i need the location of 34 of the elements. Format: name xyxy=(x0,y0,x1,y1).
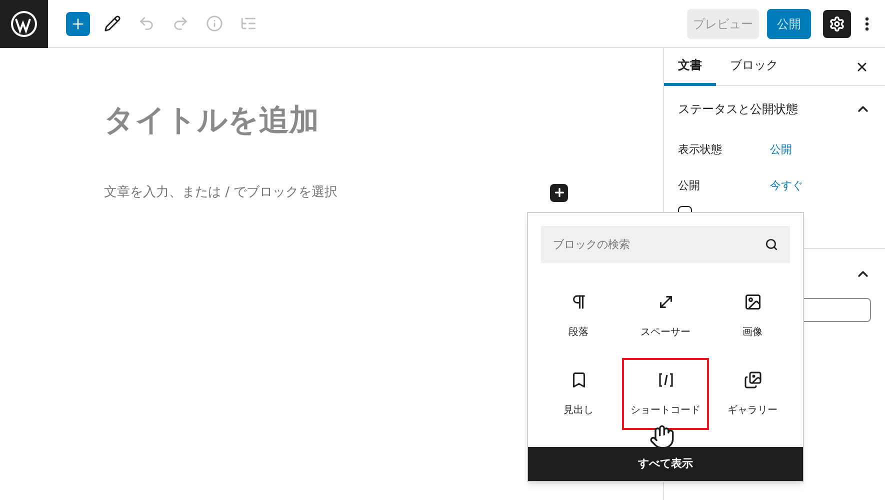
more-icon xyxy=(865,16,869,30)
settings-button[interactable] xyxy=(823,10,851,38)
info-icon xyxy=(206,15,222,32)
block-item[interactable]: 画像 xyxy=(709,280,796,352)
gallery-icon xyxy=(744,370,762,388)
row-value-link[interactable]: 今すぐ xyxy=(770,178,803,194)
row-label: 表示状態 xyxy=(678,142,723,158)
redo-icon xyxy=(172,15,188,32)
image-icon xyxy=(744,292,762,310)
sidebar-tab[interactable]: 文書 xyxy=(664,48,716,86)
add-block-button[interactable] xyxy=(550,184,568,202)
row-label: 公開 xyxy=(678,178,701,194)
block-item[interactable]: 見出し xyxy=(535,358,622,430)
plus-icon xyxy=(552,186,566,200)
hand-pointer-icon xyxy=(649,424,675,450)
add-button[interactable] xyxy=(66,12,90,36)
shortcode-icon xyxy=(656,370,674,388)
block-item[interactable]: ショートコード xyxy=(622,358,709,430)
block-item[interactable]: 段落 xyxy=(535,280,622,352)
block-item[interactable]: スペーサー xyxy=(622,280,709,352)
settings-icon xyxy=(829,16,845,32)
show-all-button[interactable]: すべて表示 xyxy=(528,447,803,481)
block-item[interactable]: ギャラリー xyxy=(709,358,796,430)
block-search-field[interactable]: ブロックの検索 xyxy=(541,226,790,263)
edit-icon xyxy=(104,15,120,32)
section-title[interactable]: ステータスと公開状態 xyxy=(678,100,855,118)
search-icon xyxy=(765,238,778,251)
row-value-link[interactable]: 公開 xyxy=(770,142,792,158)
outline-icon xyxy=(240,15,256,32)
body-placeholder[interactable]: 文章を入力、または / でブロックを選択 xyxy=(104,183,550,202)
undo-icon xyxy=(138,15,154,32)
add-icon xyxy=(70,16,86,32)
wordpress-logo[interactable] xyxy=(0,0,48,48)
sidebar-tab[interactable]: ブロック xyxy=(716,48,792,86)
